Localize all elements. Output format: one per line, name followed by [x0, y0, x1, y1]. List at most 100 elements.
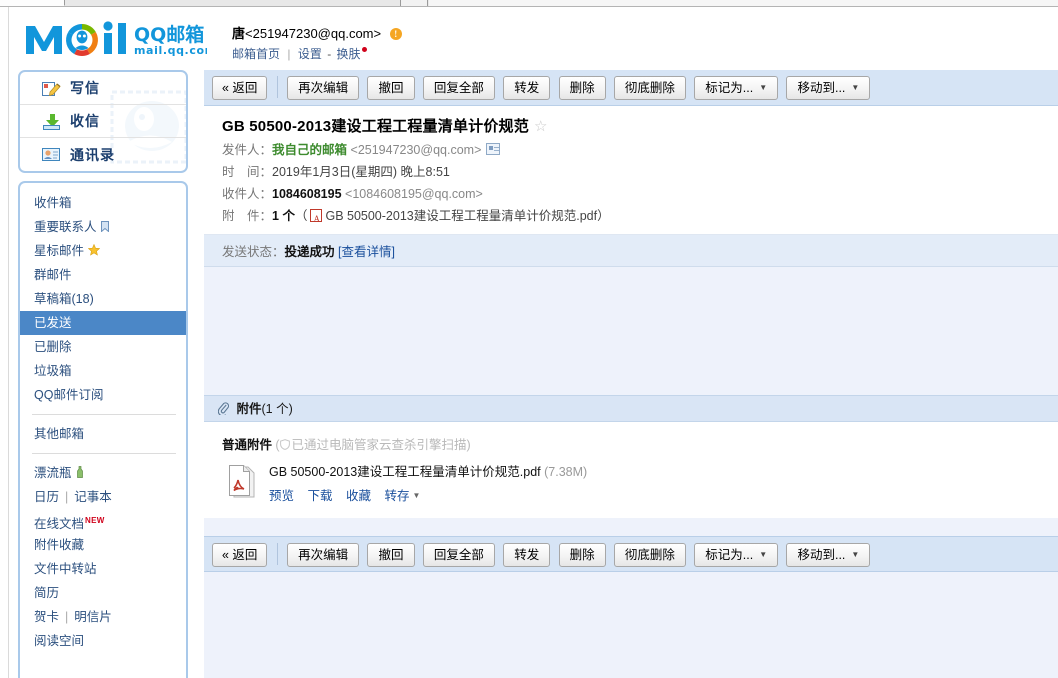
- recall-button-top[interactable]: 撤回: [367, 76, 415, 100]
- move-to-button-bottom[interactable]: 移动到... ▼: [786, 543, 871, 567]
- link-mail-home[interactable]: 邮箱首页: [232, 47, 280, 61]
- attachment-filename[interactable]: GB 50500-2013建设工程工程量清单计价规范.pdf: [269, 465, 541, 479]
- contact-card-icon[interactable]: [486, 143, 501, 155]
- attachment-scan-note: (已通过电脑管家云查杀引擎扫描): [275, 438, 470, 452]
- contacts-icon: [42, 146, 61, 163]
- sidebar-greeting-label[interactable]: 贺卡: [34, 610, 59, 624]
- permanent-delete-button-top[interactable]: 彻底删除: [613, 76, 686, 100]
- permanent-delete-button-bottom[interactable]: 彻底删除: [613, 543, 686, 567]
- sidebar-folder-label: 收件箱: [34, 196, 72, 210]
- sidebar-item-resume[interactable]: 简历: [20, 581, 186, 605]
- mark-as-button-bottom[interactable]: 标记为... ▼: [694, 543, 779, 567]
- delete-button-bottom[interactable]: 删除: [558, 543, 606, 567]
- sidebar-folder-label: 星标邮件: [34, 244, 85, 258]
- move-to-button-top[interactable]: 移动到... ▼: [786, 76, 871, 100]
- mail-attachment-row: 附 件：1 个（ GB 50500-2013建设工程工程量清单计价规范.pdf）: [222, 206, 1058, 229]
- sidebar-folder-list: 收件箱 重要联系人 星标邮件 群邮件 草稿箱(18) 已发送 已删除 垃圾箱 Q…: [18, 181, 188, 678]
- svg-text:QQ邮箱: QQ邮箱: [134, 23, 204, 46]
- from-name[interactable]: 我自己的邮箱: [272, 143, 347, 157]
- sidebar-receive-label: 收信: [70, 113, 100, 129]
- forward-button-top[interactable]: 转发: [503, 76, 551, 100]
- sidebar-tool-label: 阅读空间: [34, 634, 85, 648]
- sidebar-item-spam[interactable]: 垃圾箱: [20, 359, 186, 383]
- save-to-link[interactable]: 转存: [385, 489, 410, 503]
- header-links: 邮箱首页 | 设置 - 换肤: [232, 45, 402, 63]
- attachment-paren-close: ）: [597, 209, 610, 223]
- back-button-top[interactable]: « 返回: [212, 76, 268, 100]
- sidebar-item-online-doc[interactable]: 在线文档NEW: [20, 509, 186, 533]
- logo-svg: QQ邮箱 mail.qq.com: [26, 21, 207, 57]
- download-link[interactable]: 下载: [308, 489, 333, 503]
- chevron-down-icon: ▼: [851, 83, 860, 92]
- back-button-bottom[interactable]: « 返回: [212, 543, 268, 567]
- favorite-link[interactable]: 收藏: [346, 489, 371, 503]
- chevron-down-icon: ▼: [851, 550, 860, 559]
- attachment-item: GB 50500-2013建设工程工程量清单计价规范.pdf (7.38M) 预…: [222, 464, 1058, 504]
- sidebar-item-inbox[interactable]: 收件箱: [20, 191, 186, 215]
- svg-text:mail.qq.com: mail.qq.com: [134, 44, 207, 57]
- attachment-info: GB 50500-2013建设工程工程量清单计价规范.pdf (7.38M) 预…: [269, 464, 587, 504]
- delete-button-top[interactable]: 删除: [558, 76, 606, 100]
- link-skin[interactable]: 换肤: [337, 47, 361, 61]
- mark-as-label: 标记为...: [705, 81, 754, 95]
- sidebar-item-compose[interactable]: 写信: [20, 72, 186, 105]
- attachment-list: 普通附件 (已通过电脑管家云查杀引擎扫描) GB 50500-2013建设工程工…: [204, 422, 1058, 518]
- link-dash: -: [327, 47, 332, 61]
- pdf-file-icon: [226, 464, 258, 500]
- sidebar-folder-label: QQ邮件订阅: [34, 388, 104, 402]
- edit-again-button-bottom[interactable]: 再次编辑: [287, 543, 360, 567]
- main-tail-spacer: [204, 572, 1058, 672]
- sidebar-item-receive[interactable]: 收信: [20, 105, 186, 138]
- time-value: 2019年1月3日(星期四) 晚上8:51: [272, 165, 450, 179]
- edit-again-button-top[interactable]: 再次编辑: [287, 76, 360, 100]
- to-name[interactable]: 1084608195: [272, 187, 342, 201]
- sidebar-item-reading-space[interactable]: 阅读空间: [20, 629, 186, 653]
- reply-all-button-top[interactable]: 回复全部: [422, 76, 495, 100]
- preview-link[interactable]: 预览: [269, 489, 294, 503]
- bottle-icon: [76, 466, 84, 481]
- browser-tab-active[interactable]: [0, 0, 65, 6]
- sidebar-item-file-transfer[interactable]: 文件中转站: [20, 557, 186, 581]
- sidebar-pipe: |: [65, 490, 69, 504]
- attachment-filename-row: GB 50500-2013建设工程工程量清单计价规范.pdf (7.38M): [269, 464, 587, 481]
- sidebar-item-other-mailbox[interactable]: 其他邮箱: [20, 422, 186, 446]
- sidebar-item-drift-bottle[interactable]: 漂流瓶: [20, 461, 186, 485]
- link-settings[interactable]: 设置: [298, 47, 322, 61]
- browser-tab-secondary[interactable]: [400, 0, 428, 6]
- sidebar-item-sent[interactable]: 已发送: [20, 311, 186, 335]
- qq-mail-logo[interactable]: QQ邮箱 mail.qq.com: [22, 18, 207, 58]
- sidebar-item-deleted[interactable]: 已删除: [20, 335, 186, 359]
- sidebar-calendar-label[interactable]: 日历: [34, 490, 59, 504]
- sidebar-notes-label[interactable]: 记事本: [74, 490, 112, 504]
- sidebar-item-vip[interactable]: 重要联系人: [20, 215, 186, 239]
- forward-button-bottom[interactable]: 转发: [503, 543, 551, 567]
- sidebar-item-drafts[interactable]: 草稿箱(18): [20, 287, 186, 311]
- attachment-section-header: 附件(1 个): [204, 395, 1058, 422]
- mark-as-button-top[interactable]: 标记为... ▼: [694, 76, 779, 100]
- sidebar-item-group[interactable]: 群邮件: [20, 263, 186, 287]
- star-toggle-icon[interactable]: ☆: [534, 118, 548, 135]
- attachment-filesize: (7.38M): [544, 465, 588, 479]
- sidebar-item-subscription[interactable]: QQ邮件订阅: [20, 383, 186, 407]
- recall-button-bottom[interactable]: 撤回: [367, 543, 415, 567]
- warning-icon[interactable]: !: [389, 28, 402, 40]
- chevron-down-icon[interactable]: ▼: [413, 491, 421, 500]
- attachment-type-label: 普通附件: [222, 438, 273, 452]
- sidebar-tool-label: 漂流瓶: [34, 466, 72, 480]
- browser-tab-strip-empty: [429, 0, 1058, 6]
- toolbar-top: « 返回 再次编辑 撤回 回复全部 转发 删除 彻底删除 标记为... ▼ 移动到…: [204, 70, 1058, 106]
- sidebar-item-calendar-notes[interactable]: 日历 | 记事本: [20, 485, 186, 509]
- sidebar-item-contacts[interactable]: 通讯录: [20, 138, 186, 171]
- sidebar-item-attachment-favorites[interactable]: 附件收藏: [20, 533, 186, 557]
- sidebar-divider-2: [32, 453, 176, 454]
- sidebar-postcard-label[interactable]: 明信片: [74, 610, 112, 624]
- to-label: 收件人：: [222, 187, 273, 201]
- sidebar-item-card-postcard[interactable]: 贺卡 | 明信片: [20, 605, 186, 629]
- sidebar-item-starred[interactable]: 星标邮件: [20, 239, 186, 263]
- reply-all-button-bottom[interactable]: 回复全部: [422, 543, 495, 567]
- sidebar-compose-label: 写信: [70, 80, 100, 96]
- view-details-link[interactable]: [查看详情]: [338, 245, 395, 259]
- attachment-inline-filename[interactable]: GB 50500-2013建设工程工程量清单计价规范.pdf: [325, 209, 597, 223]
- page-title: GB 50500-2013建设工程工程量清单计价规范: [222, 118, 529, 135]
- from-address: <251947230@qq.com>: [350, 143, 482, 157]
